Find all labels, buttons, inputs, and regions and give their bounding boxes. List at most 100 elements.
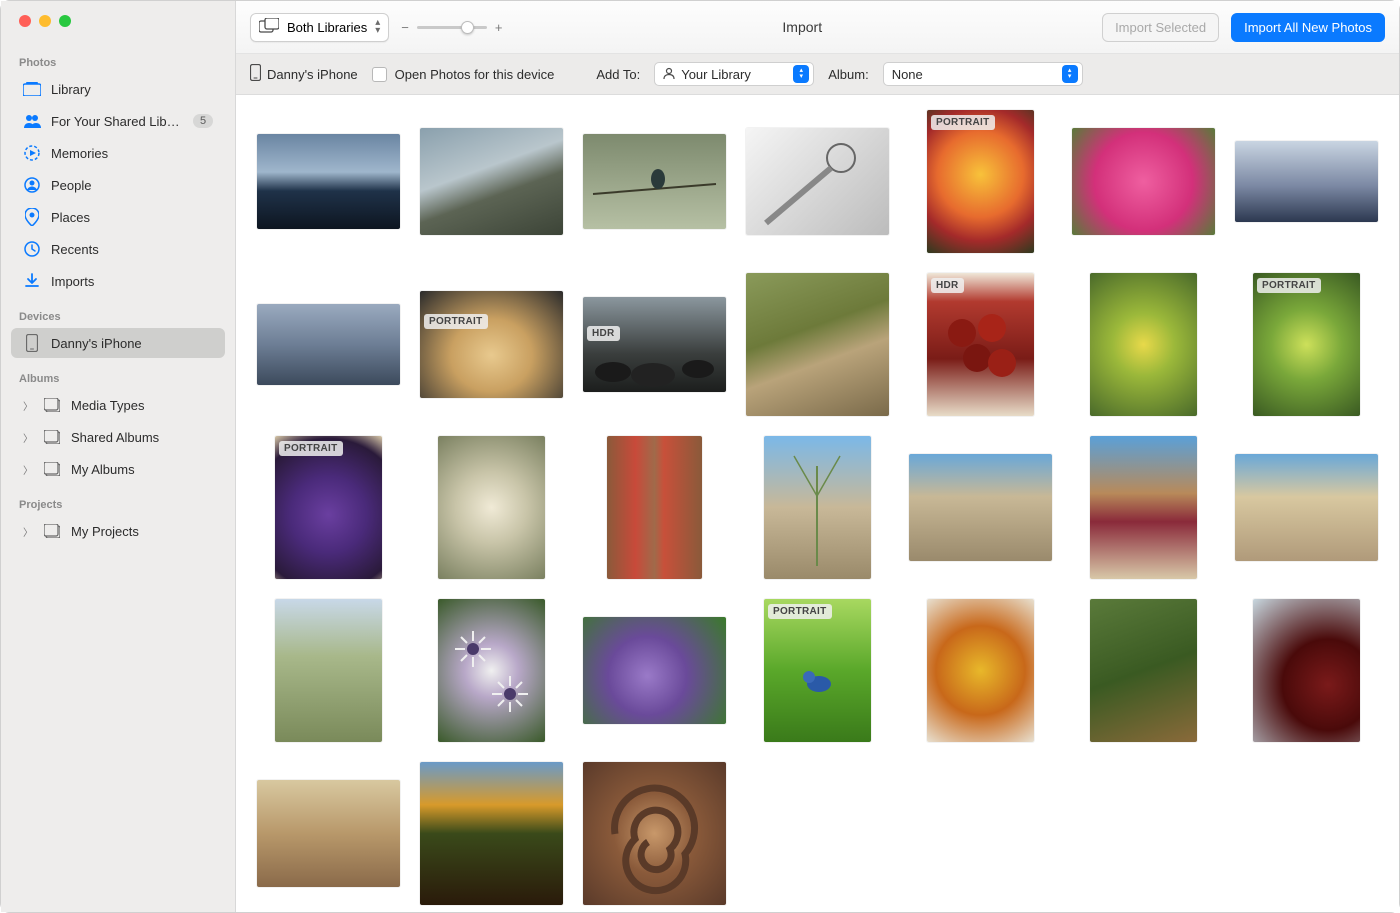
import-selected-button[interactable]: Import Selected [1102,13,1219,42]
album-icon [43,396,61,414]
add-to-label: Add To: [596,67,640,82]
chevron-right-icon: 〉 [23,398,33,413]
sidebar-item-memories[interactable]: Memories [11,138,225,168]
photo-thumbnail[interactable] [582,762,727,905]
album-label: Album: [828,67,868,82]
portrait-badge: PORTRAIT [1257,278,1321,293]
zoom-out-icon: − [401,20,409,35]
sidebar-item-imports[interactable]: Imports [11,266,225,296]
places-icon [23,208,41,226]
shared-badge: 5 [193,114,213,128]
photo-thumbnail[interactable] [1234,454,1379,561]
sidebar-item-recents[interactable]: Recents [11,234,225,264]
library-icon [23,80,41,98]
photo-grid[interactable]: PORTRAIT PORTRAIT HDR HDR PORTRAIT PORTRAIT PO… [236,95,1399,912]
album-select[interactable]: None ▴▾ [883,62,1083,86]
photo-thumbnail[interactable] [1071,128,1216,235]
photo-thumbnail[interactable]: HDR [582,297,727,392]
section-albums: Albums [1,369,235,389]
photo-thumbnail[interactable] [908,454,1053,561]
sidebar-item-shared-library[interactable]: For Your Shared Lib… 5 [11,106,225,136]
section-photos: Photos [1,53,235,73]
close-window-button[interactable] [19,15,31,27]
import-options-bar: Danny's iPhone Open Photos for this devi… [236,54,1399,95]
photo-thumbnail[interactable]: HDR [908,273,1053,416]
memories-icon [23,144,41,162]
open-photos-checkbox-group[interactable]: Open Photos for this device [372,67,555,82]
photo-thumbnail[interactable]: PORTRAIT [419,291,564,398]
photo-thumbnail[interactable] [1071,273,1216,416]
page-title: Import [514,19,1090,35]
sidebar-item-media-types[interactable]: 〉 Media Types [11,390,225,420]
sidebar-item-my-projects[interactable]: 〉 My Projects [11,516,225,546]
portrait-badge: PORTRAIT [424,314,488,329]
sidebar-item-shared-albums[interactable]: 〉 Shared Albums [11,422,225,452]
photo-thumbnail[interactable] [582,436,727,579]
import-all-button[interactable]: Import All New Photos [1231,13,1385,42]
photo-thumbnail[interactable] [419,436,564,579]
photo-thumbnail[interactable] [256,134,401,229]
imports-icon [23,272,41,290]
photo-thumbnail[interactable] [582,617,727,724]
iphone-icon [250,64,261,84]
photo-thumbnail[interactable] [908,599,1053,742]
hdr-badge: HDR [587,326,620,341]
updown-icon: ▴▾ [375,19,380,35]
add-to-select[interactable]: Your Library ▴▾ [654,62,814,86]
toolbar: Both Libraries ▴▾ − + Import Import Sele… [236,1,1399,54]
iphone-icon [23,334,41,352]
photo-thumbnail[interactable] [256,304,401,385]
hdr-badge: HDR [931,278,964,293]
portrait-badge: PORTRAIT [279,441,343,456]
updown-icon: ▴▾ [793,65,809,83]
photo-thumbnail[interactable] [1234,599,1379,742]
recents-icon [23,240,41,258]
chevron-right-icon: 〉 [23,430,33,445]
fullscreen-window-button[interactable] [59,15,71,27]
library-pair-icon [259,18,279,37]
sidebar-item-device[interactable]: Danny's iPhone [11,328,225,358]
library-selector[interactable]: Both Libraries ▴▾ [250,13,389,42]
zoom-in-icon: + [495,20,503,35]
photo-thumbnail[interactable] [256,599,401,742]
main-content: Both Libraries ▴▾ − + Import Import Sele… [236,1,1399,912]
people-share-icon [23,112,41,130]
sidebar-item-places[interactable]: Places [11,202,225,232]
photo-thumbnail[interactable] [256,780,401,887]
section-projects: Projects [1,495,235,515]
photo-thumbnail[interactable]: PORTRAIT [256,436,401,579]
section-devices: Devices [1,307,235,327]
zoom-slider[interactable]: − + [401,20,502,35]
person-icon [663,67,675,82]
slider-knob[interactable] [461,21,474,34]
photo-thumbnail[interactable]: PORTRAIT [908,110,1053,253]
album-icon [43,460,61,478]
photo-thumbnail[interactable] [745,273,890,416]
photo-thumbnail[interactable] [582,134,727,229]
photo-thumbnail[interactable] [419,128,564,235]
photo-thumbnail[interactable]: PORTRAIT [745,599,890,742]
album-icon [43,428,61,446]
photo-thumbnail[interactable]: PORTRAIT [1234,273,1379,416]
photo-thumbnail[interactable] [419,599,564,742]
open-photos-checkbox[interactable] [372,67,387,82]
sidebar: Photos Library For Your Shared Lib… 5 Me… [1,1,236,912]
sidebar-item-library[interactable]: Library [11,74,225,104]
sidebar-item-people[interactable]: People [11,170,225,200]
sidebar-item-my-albums[interactable]: 〉 My Albums [11,454,225,484]
device-indicator: Danny's iPhone [250,64,358,84]
photo-thumbnail[interactable] [745,436,890,579]
photo-thumbnail[interactable] [419,762,564,905]
people-icon [23,176,41,194]
window-controls [1,15,235,53]
portrait-badge: PORTRAIT [931,115,995,130]
photo-thumbnail[interactable] [1234,141,1379,222]
chevron-right-icon: 〉 [23,524,33,539]
photo-thumbnail[interactable] [1071,599,1216,742]
chevron-right-icon: 〉 [23,462,33,477]
photo-thumbnail[interactable] [1071,436,1216,579]
portrait-badge: PORTRAIT [768,604,832,619]
photo-thumbnail[interactable] [745,128,890,235]
minimize-window-button[interactable] [39,15,51,27]
updown-icon: ▴▾ [1062,65,1078,83]
